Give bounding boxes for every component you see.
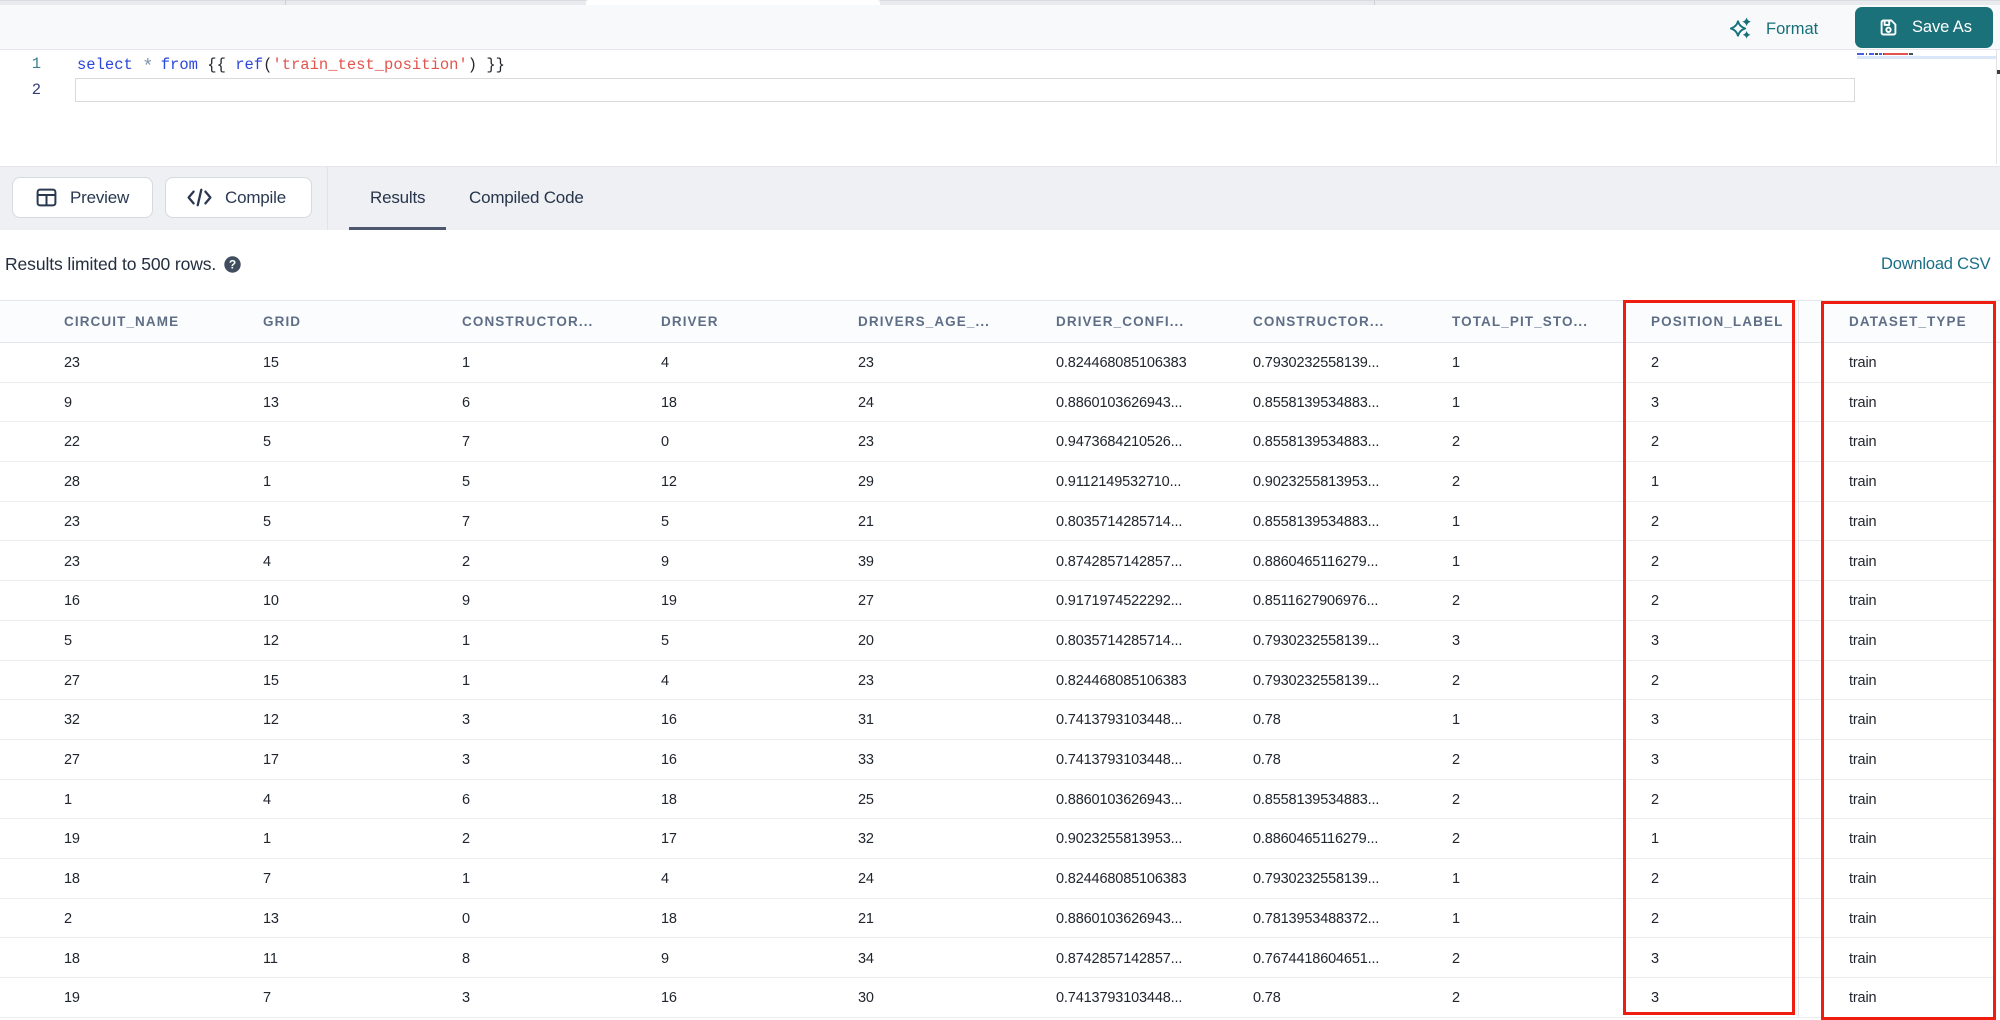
svg-text:?: ? (229, 257, 236, 271)
